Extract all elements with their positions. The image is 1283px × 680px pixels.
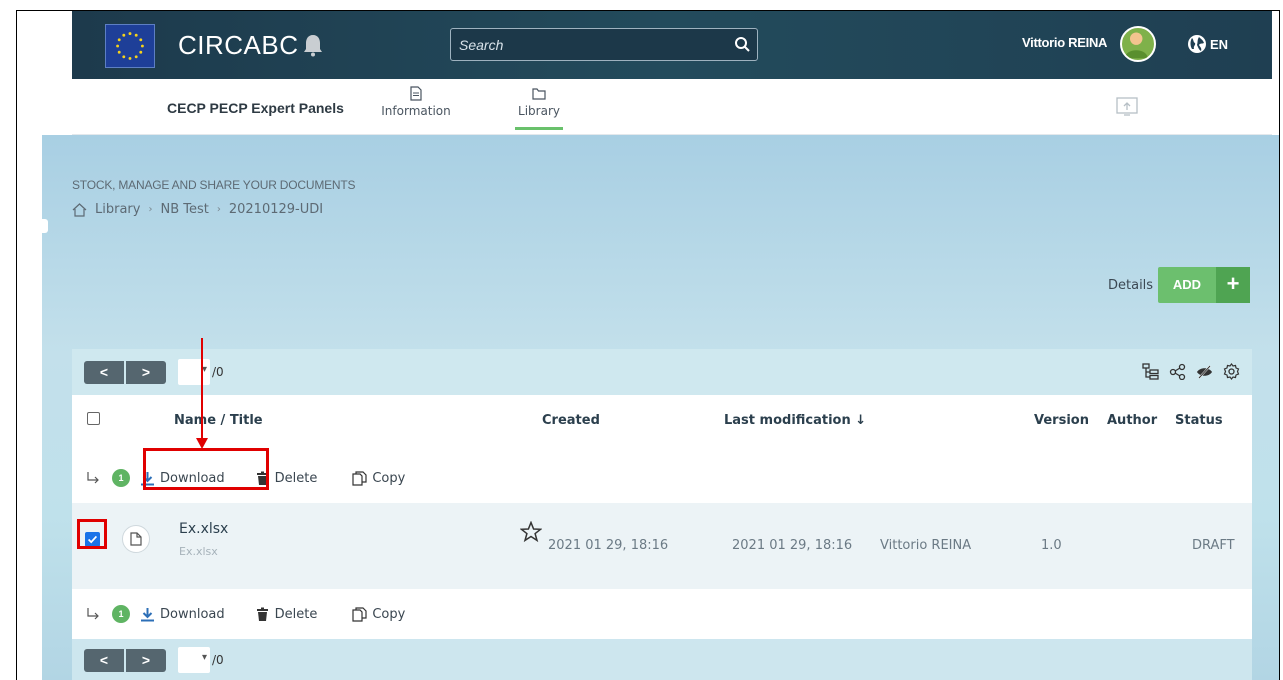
version: 1.0	[1041, 538, 1062, 553]
highlight-checkbox-box	[77, 519, 107, 549]
copy-label: Copy	[372, 470, 406, 486]
prev-page-button[interactable]: <	[84, 648, 124, 672]
add-button[interactable]: ADD +	[1158, 267, 1250, 303]
search-box	[450, 28, 758, 61]
user-name[interactable]: Vittorio REINA	[1022, 35, 1107, 50]
library-content: STOCK, MANAGE AND SHARE YOUR DOCUMENTS L…	[42, 135, 1279, 680]
delete-label: Delete	[274, 606, 318, 622]
status-badge: DRAFT	[1192, 538, 1235, 553]
column-created[interactable]: Created	[542, 413, 600, 428]
delete-label: Delete	[274, 470, 318, 486]
created-date: 2021 01 29, 18:16	[548, 538, 669, 553]
hide-icon[interactable]	[1196, 363, 1213, 380]
search-icon[interactable]	[734, 36, 751, 53]
app-window: CIRCABC Vittorio REINA EN CECP PECP Exp	[16, 10, 1280, 680]
breadcrumb-item-nb-test[interactable]: NB Test	[160, 202, 208, 217]
home-icon[interactable]	[72, 202, 87, 217]
tab-information[interactable]: Information	[377, 86, 455, 118]
download-icon	[141, 607, 154, 621]
search-input[interactable]	[451, 29, 721, 60]
bulk-actions-bottom: 1 Download Delete Copy	[72, 589, 1252, 639]
breadcrumb-item-library[interactable]: Library	[95, 202, 140, 217]
breadcrumb-item-current: 20210129-UDI	[228, 202, 324, 217]
bell-icon[interactable]	[302, 33, 324, 57]
star-favorite-icon[interactable]	[520, 521, 542, 543]
plus-icon: +	[1216, 267, 1250, 303]
download-label: Download	[160, 606, 225, 622]
details-link[interactable]: Details	[1108, 278, 1153, 293]
next-page-button[interactable]: >	[126, 648, 166, 672]
copy-button[interactable]: Copy	[352, 607, 405, 622]
group-header: CECP PECP Expert Panels Information Libr…	[72, 79, 1272, 135]
copy-icon	[352, 470, 367, 486]
copy-button[interactable]: Copy	[352, 471, 405, 486]
avatar[interactable]	[1120, 26, 1156, 62]
table-tools	[1142, 363, 1240, 380]
pager-top: < > ▾ /0	[72, 349, 1252, 395]
file-title: Ex.xlsx	[179, 545, 218, 558]
modified-date: 2021 01 29, 18:16	[732, 538, 853, 553]
tab-library[interactable]: Library	[507, 86, 571, 130]
share-network-icon[interactable]	[1169, 363, 1186, 380]
selected-count-badge: 1	[112, 605, 130, 623]
prev-page-button[interactable]: <	[84, 360, 124, 384]
group-name[interactable]: CECP PECP Expert Panels	[167, 100, 344, 116]
pager-bottom: < > ▾ /0	[72, 639, 1252, 680]
tree-view-icon[interactable]	[1142, 363, 1159, 380]
globe-icon[interactable]	[1187, 34, 1207, 54]
table-header: Name / Title Created Last modification ↓…	[72, 395, 1252, 453]
select-all-checkbox[interactable]	[87, 412, 100, 425]
top-bar: CIRCABC Vittorio REINA EN	[72, 11, 1272, 79]
column-name-title[interactable]: Name / Title	[174, 413, 263, 428]
file-name-link[interactable]: Ex.xlsx	[179, 521, 228, 537]
share-icon[interactable]	[1116, 97, 1138, 117]
folder-icon	[532, 88, 546, 100]
download-button[interactable]: Download	[140, 607, 225, 622]
copy-icon	[352, 606, 367, 622]
column-last-modification[interactable]: Last modification ↓	[724, 413, 866, 428]
chevron-down-icon: ▾	[201, 652, 207, 663]
column-version[interactable]: Version	[1034, 413, 1089, 428]
selected-count-badge: 1	[112, 469, 130, 487]
library-tagline: STOCK, MANAGE AND SHARE YOUR DOCUMENTS	[72, 178, 356, 192]
tab-library-label: Library	[518, 104, 560, 118]
sidebar-toggle[interactable]	[42, 219, 48, 233]
breadcrumb: Library › NB Test › 20210129-UDI	[72, 202, 323, 217]
tab-information-label: Information	[381, 104, 451, 118]
annotation-arrow-icon	[196, 338, 208, 449]
page-total: /0	[212, 653, 224, 667]
add-button-label: ADD	[1172, 277, 1202, 292]
column-author[interactable]: Author	[1107, 413, 1157, 428]
settings-gear-icon[interactable]	[1223, 363, 1240, 380]
turn-arrow-icon	[87, 608, 99, 620]
trash-icon	[256, 607, 268, 621]
breadcrumb-separator-icon: ›	[216, 204, 221, 215]
file-icon	[122, 525, 150, 553]
document-table: < > ▾ /0 Name / Title Created Last modif…	[72, 349, 1252, 680]
app-title[interactable]: CIRCABC	[178, 30, 299, 61]
page-total: /0	[212, 365, 224, 379]
column-status[interactable]: Status	[1175, 413, 1223, 428]
page-select[interactable]: ▾	[178, 647, 210, 673]
language-selector[interactable]: EN	[1210, 37, 1228, 52]
breadcrumb-separator-icon: ›	[148, 204, 153, 215]
next-page-button[interactable]: >	[126, 360, 166, 384]
delete-button[interactable]: Delete	[255, 606, 318, 622]
highlight-download-box	[143, 448, 269, 490]
document-icon	[410, 86, 422, 101]
author-name[interactable]: Vittorio REINA	[880, 538, 971, 553]
turn-arrow-icon	[87, 472, 99, 484]
copy-label: Copy	[372, 606, 406, 622]
table-row[interactable]: Ex.xlsx Ex.xlsx 2021 01 29, 18:16 2021 0…	[72, 503, 1252, 589]
eu-flag-logo[interactable]	[105, 24, 155, 68]
